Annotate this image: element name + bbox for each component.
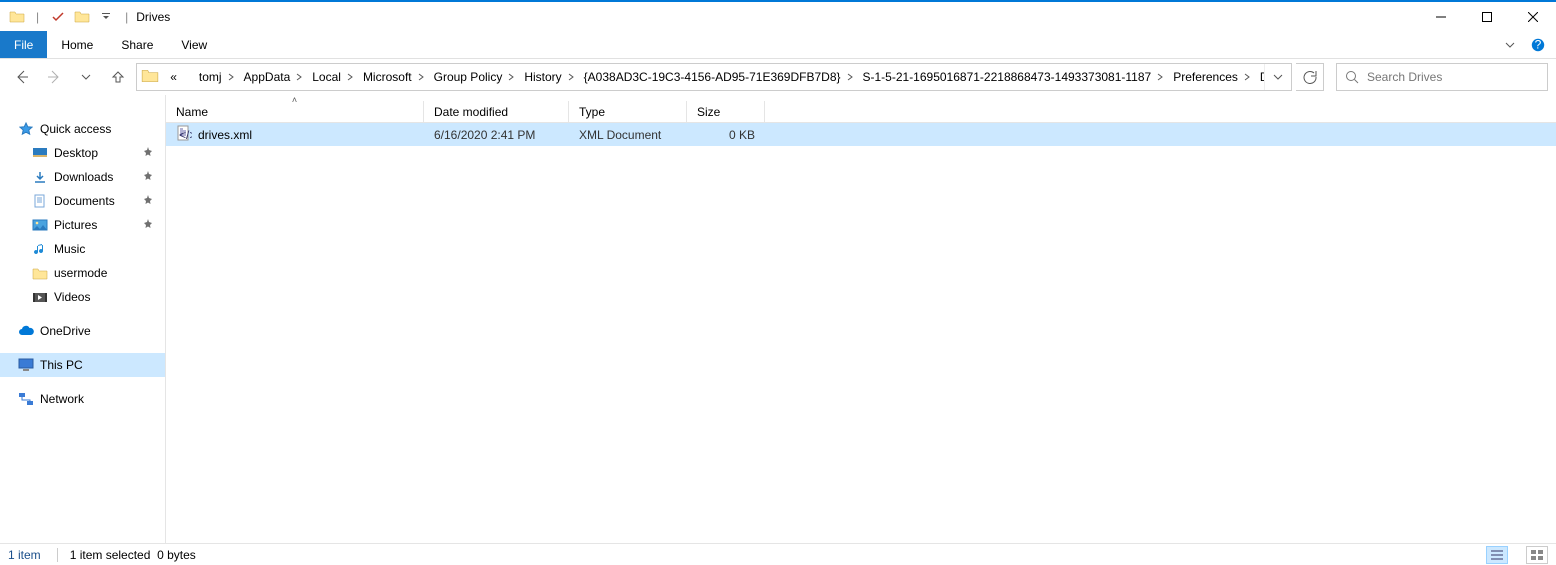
sidebar-item[interactable]: Pictures xyxy=(0,213,165,237)
folder-icon xyxy=(6,6,28,28)
separator: | xyxy=(125,10,128,24)
navigation-bar: « tomjAppDataLocalMicrosoftGroup PolicyH… xyxy=(0,59,1556,95)
view-details-button[interactable] xyxy=(1486,546,1508,564)
sidebar-item[interactable]: Downloads xyxy=(0,165,165,189)
computer-icon xyxy=(18,357,34,373)
forward-button[interactable] xyxy=(40,63,68,91)
folder-icon xyxy=(32,145,48,161)
sidebar-item-label: Desktop xyxy=(54,146,98,160)
sidebar-item-label: OneDrive xyxy=(40,324,91,338)
column-date[interactable]: Date modified xyxy=(424,101,569,122)
minimize-button[interactable] xyxy=(1418,2,1464,32)
sidebar-item-label: Downloads xyxy=(54,170,113,184)
tab-file[interactable]: File xyxy=(0,31,47,58)
file-row[interactable]: </> drives.xml 6/16/2020 2:41 PMXML Docume… xyxy=(166,123,1556,146)
breadcrumb-segment[interactable]: History xyxy=(518,64,577,90)
properties-icon[interactable] xyxy=(47,6,69,28)
column-headers: ˄Name Date modified Type Size xyxy=(166,95,1556,123)
sidebar-item-label: Music xyxy=(54,242,85,256)
svg-text:?: ? xyxy=(1535,38,1542,52)
folder-icon xyxy=(32,289,48,305)
column-size[interactable]: Size xyxy=(687,101,765,122)
file-size: 0 KB xyxy=(687,128,765,142)
qat-dropdown-icon[interactable] xyxy=(95,6,117,28)
pin-icon xyxy=(143,219,153,232)
sidebar-item-label: Documents xyxy=(54,194,115,208)
sidebar-item-label: Pictures xyxy=(54,218,97,232)
sidebar-network[interactable]: Network xyxy=(0,387,165,411)
sidebar-item[interactable]: Desktop xyxy=(0,141,165,165)
status-item-count: 1 item xyxy=(8,548,41,562)
folder-icon xyxy=(32,169,48,185)
file-date: 6/16/2020 2:41 PM xyxy=(424,128,569,142)
refresh-button[interactable] xyxy=(1296,63,1324,91)
column-name[interactable]: ˄Name xyxy=(166,101,424,122)
pin-icon xyxy=(143,195,153,208)
file-list-area: ˄Name Date modified Type Size </> drives.… xyxy=(166,95,1556,543)
search-box[interactable] xyxy=(1336,63,1548,91)
file-type: XML Document xyxy=(569,128,687,142)
breadcrumb-segment[interactable]: AppData xyxy=(238,64,307,90)
file-icon: </> xyxy=(176,125,192,144)
sidebar-item[interactable]: Videos xyxy=(0,285,165,309)
sidebar-item-label: usermode xyxy=(54,266,107,280)
breadcrumb-segment[interactable]: Group Policy xyxy=(428,64,519,90)
folder-icon xyxy=(32,265,48,281)
view-large-icons-button[interactable] xyxy=(1526,546,1548,564)
help-icon[interactable]: ? xyxy=(1524,31,1552,58)
svg-text:</>: </> xyxy=(179,128,192,141)
sidebar-this-pc[interactable]: This PC xyxy=(0,353,165,377)
search-input[interactable] xyxy=(1367,70,1539,84)
breadcrumb-segment[interactable]: {A038AD3C-19C3-4156-AD95-71E369DFB7D8} xyxy=(578,64,857,90)
window-title: Drives xyxy=(136,10,170,24)
status-bar: 1 item 1 item selected 0 bytes xyxy=(0,543,1556,565)
sidebar-onedrive[interactable]: OneDrive xyxy=(0,319,165,343)
cloud-icon xyxy=(18,323,34,339)
ribbon-expand-icon[interactable] xyxy=(1496,31,1524,58)
address-dropdown-button[interactable] xyxy=(1264,64,1291,90)
folder-icon xyxy=(32,217,48,233)
breadcrumb-segment[interactable]: S-1-5-21-1695016871-2218868473-149337308… xyxy=(857,64,1168,90)
sidebar-item-label: Network xyxy=(40,392,84,406)
folder-icon[interactable] xyxy=(71,6,93,28)
sidebar-item-label: Videos xyxy=(54,290,90,304)
maximize-button[interactable] xyxy=(1464,2,1510,32)
file-name: drives.xml xyxy=(198,128,252,142)
sidebar-item[interactable]: Music xyxy=(0,237,165,261)
breadcrumb-segment[interactable]: Drives xyxy=(1254,64,1264,90)
folder-icon xyxy=(32,193,48,209)
close-button[interactable] xyxy=(1510,2,1556,32)
folder-icon xyxy=(141,67,160,87)
tab-view[interactable]: View xyxy=(167,31,221,58)
navigation-pane: Quick access Desktop Downloads Documents Pi… xyxy=(0,95,166,543)
sidebar-item[interactable]: Documents xyxy=(0,189,165,213)
breadcrumb-segment[interactable]: Local xyxy=(306,64,357,90)
tab-home[interactable]: Home xyxy=(47,31,107,58)
pin-icon xyxy=(143,147,153,160)
tab-share[interactable]: Share xyxy=(107,31,167,58)
breadcrumb-segment[interactable]: Microsoft xyxy=(357,64,428,90)
recent-locations-button[interactable] xyxy=(72,63,100,91)
network-icon xyxy=(18,391,34,407)
breadcrumb-overflow[interactable]: « xyxy=(164,64,193,90)
back-button[interactable] xyxy=(8,63,36,91)
sidebar-item-label: This PC xyxy=(40,358,83,372)
folder-icon xyxy=(32,241,48,257)
breadcrumb-segment[interactable]: Preferences xyxy=(1167,64,1254,90)
pin-icon xyxy=(143,171,153,184)
sort-asc-icon: ˄ xyxy=(292,95,297,105)
title-bar: | | Drives xyxy=(0,0,1556,31)
column-type[interactable]: Type xyxy=(569,101,687,122)
sidebar-item-label: Quick access xyxy=(40,122,111,136)
separator: | xyxy=(36,10,39,24)
up-button[interactable] xyxy=(104,63,132,91)
search-icon xyxy=(1345,70,1359,84)
address-bar[interactable]: « tomjAppDataLocalMicrosoftGroup PolicyH… xyxy=(136,63,1292,91)
sidebar-quick-access[interactable]: Quick access xyxy=(0,117,165,141)
breadcrumb-segment[interactable]: tomj xyxy=(193,64,238,90)
status-selected: 1 item selected 0 bytes xyxy=(57,548,196,562)
sidebar-item[interactable]: usermode xyxy=(0,261,165,285)
ribbon-tabs: File Home Share View ? xyxy=(0,31,1556,59)
star-icon xyxy=(18,121,34,137)
